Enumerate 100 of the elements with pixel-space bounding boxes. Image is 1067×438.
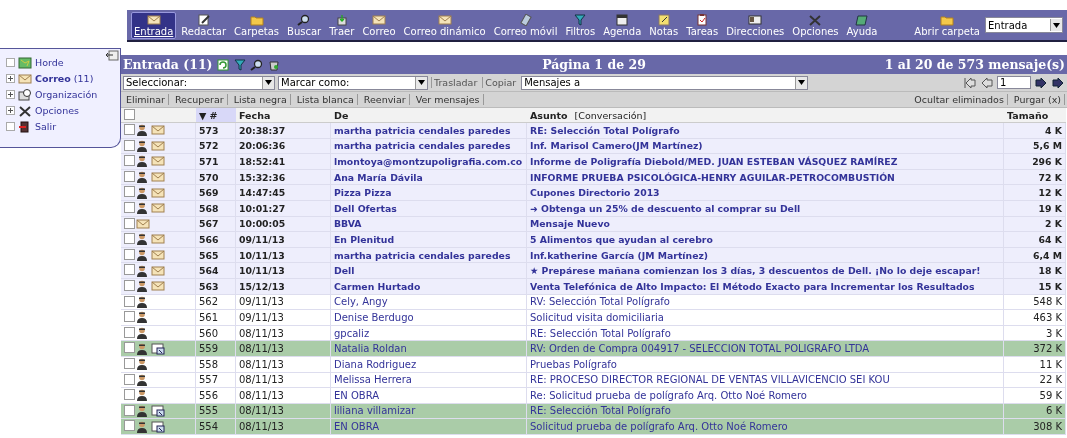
envelope-icon — [151, 280, 165, 293]
row-checkbox[interactable] — [124, 248, 135, 260]
page-input[interactable]: 1 — [997, 76, 1031, 89]
toolbar-button[interactable]: Buscar — [284, 11, 325, 39]
refresh-icon[interactable] — [215, 58, 230, 71]
table-cell[interactable]: 5 Alimentos que ayudan al cerebro — [527, 232, 1004, 248]
table-cell: 308 K — [1004, 419, 1066, 435]
toolbar-button[interactable]: Redactar — [178, 11, 230, 39]
sidebar-item[interactable]: Salir — [6, 119, 120, 134]
caret-icon — [1050, 19, 1062, 31]
row-checkbox[interactable] — [124, 279, 135, 291]
table-cell[interactable]: Informe de Poligrafía Diebold/MED. JUAN ESTEBAN VÁSQUEZ RAMÍREZ — [527, 154, 1004, 170]
toolbar-button[interactable]: Tareas — [683, 11, 722, 39]
copy-button[interactable]: Copiar — [482, 77, 519, 88]
row-checkbox[interactable] — [124, 170, 135, 182]
row-checkbox[interactable] — [124, 420, 135, 432]
date-column-header[interactable]: Fecha — [236, 108, 331, 123]
toolbar-button[interactable]: Correo móvil — [490, 11, 561, 39]
table-cell[interactable]: RE: Selección Total Polígrafo — [527, 123, 1004, 139]
toolbar-button[interactable]: Opciones — [789, 11, 842, 39]
row-checkbox[interactable] — [124, 124, 135, 135]
toolbar-button[interactable]: Correo dinámico — [400, 11, 489, 39]
table-cell: 64 K — [1004, 232, 1066, 248]
thread-link[interactable]: [Conversación] — [574, 109, 647, 121]
toolbar-button[interactable]: Carpetas — [231, 11, 283, 39]
table-cell[interactable]: ★ Prepárese mañana comienzan los 3 días, 3 descuentos de Dell. ¡No lo deje escapar! — [527, 263, 1004, 279]
first-page-icon[interactable] — [963, 76, 977, 89]
table-cell: 573 — [196, 123, 236, 139]
mail-icon — [372, 13, 386, 26]
collapse-icon[interactable] — [105, 50, 119, 62]
table-cell: 09/11/13 — [236, 232, 331, 248]
row-checkbox[interactable] — [124, 342, 135, 354]
toolbar-button[interactable]: Notas — [646, 11, 682, 39]
select-all-checkbox[interactable] — [124, 109, 135, 120]
toolbar-button[interactable]: Correo — [359, 11, 399, 39]
table-cell[interactable]: RV: Orden de Compra 004917 - SELECCION TOTAL POLIGRAFO LTDA — [527, 341, 1004, 357]
trash-icon[interactable] — [266, 58, 281, 71]
action-link[interactable]: Reenviar — [360, 94, 410, 105]
move-button[interactable]: Trasladar — [431, 77, 480, 88]
sidebar-item[interactable]: Opciones — [6, 103, 120, 118]
action-link[interactable]: Lista negra — [230, 94, 291, 105]
toolbar-button[interactable]: Ayuda — [843, 11, 881, 39]
table-cell[interactable]: Solicitud visita domiciliaria — [527, 310, 1004, 326]
number-column-header[interactable]: ▼ # — [196, 108, 236, 123]
sidebar-item[interactable]: Correo (11) — [6, 71, 120, 86]
toolbar-button[interactable]: Entrada — [131, 11, 177, 39]
open-folder-button[interactable]: Abrir carpeta — [911, 11, 983, 39]
action-link[interactable]: Purgar (x) — [1010, 94, 1065, 105]
action-link[interactable]: Ver mensajes — [412, 94, 484, 105]
table-cell[interactable]: Solicitud prueba de polígrafo Arq. Otto Noé Romero — [527, 419, 1004, 435]
row-checkbox[interactable] — [124, 326, 135, 338]
table-cell: 14:47:45 — [236, 185, 331, 201]
toolbar-button[interactable]: Direcciones — [723, 11, 788, 39]
sidebar-item[interactable]: Horde — [6, 55, 120, 70]
table-cell[interactable]: Re: Solicitud prueba de polígrafo Arq. Otto Noé Romero — [527, 388, 1004, 404]
next-page-icon[interactable] — [1034, 76, 1048, 89]
sidebar-item[interactable]: Organización — [6, 87, 120, 102]
select-dropdown[interactable]: Seleccionar: — [123, 75, 275, 90]
action-link[interactable]: Recuperar — [171, 94, 228, 105]
target-folder-dropdown[interactable]: Mensajes a — [521, 75, 809, 90]
envelope-icon — [151, 139, 165, 152]
envelope-icon — [136, 217, 150, 230]
row-checkbox[interactable] — [124, 373, 135, 385]
message-range: 1 al 20 de 573 mensaje(s) — [884, 57, 1065, 72]
person-icon — [136, 124, 150, 137]
table-cell: 564 — [196, 263, 236, 279]
row-checkbox[interactable] — [124, 186, 135, 198]
row-checkbox[interactable] — [124, 389, 135, 401]
person-icon — [136, 405, 150, 417]
action-link[interactable]: Ocultar eliminados — [911, 94, 1008, 105]
forwarded-icon — [151, 342, 165, 355]
forwarded-icon — [151, 420, 165, 433]
row-checkbox[interactable] — [124, 139, 135, 151]
folder-select[interactable]: Entrada — [985, 17, 1063, 33]
person-icon — [136, 358, 150, 371]
row-checkbox[interactable] — [124, 233, 135, 245]
row-checkbox[interactable] — [124, 295, 135, 307]
calendar-icon — [615, 13, 630, 26]
toolbar-button[interactable]: Filtros — [562, 11, 599, 39]
envelope-icon — [151, 186, 165, 199]
table-cell: 20:38:37 — [236, 123, 331, 139]
table-cell: 18:52:41 — [236, 154, 331, 170]
from-column-header[interactable]: De — [331, 108, 527, 123]
action-link[interactable]: Eliminar — [123, 94, 169, 105]
previous-page-icon[interactable] — [980, 76, 994, 89]
size-column-header[interactable]: Tamaño — [1004, 108, 1066, 123]
table-cell[interactable]: Cupones Directorio 2013 — [527, 185, 1004, 201]
row-checkbox[interactable] — [124, 264, 135, 276]
row-checkbox[interactable] — [124, 357, 135, 369]
toolbar-button[interactable]: Traer — [326, 11, 358, 39]
row-checkbox[interactable] — [124, 404, 135, 416]
mark-as-dropdown[interactable]: Marcar como: — [278, 75, 428, 90]
row-checkbox[interactable] — [124, 311, 135, 323]
row-checkbox[interactable] — [124, 155, 135, 167]
row-checkbox[interactable] — [124, 201, 135, 213]
subject-column-header[interactable]: Asunto — [530, 109, 568, 121]
row-checkbox[interactable] — [124, 217, 135, 229]
last-page-icon[interactable] — [1051, 76, 1065, 89]
action-link[interactable]: Lista blanca — [293, 94, 358, 105]
toolbar-button[interactable]: Agenda — [600, 11, 645, 39]
